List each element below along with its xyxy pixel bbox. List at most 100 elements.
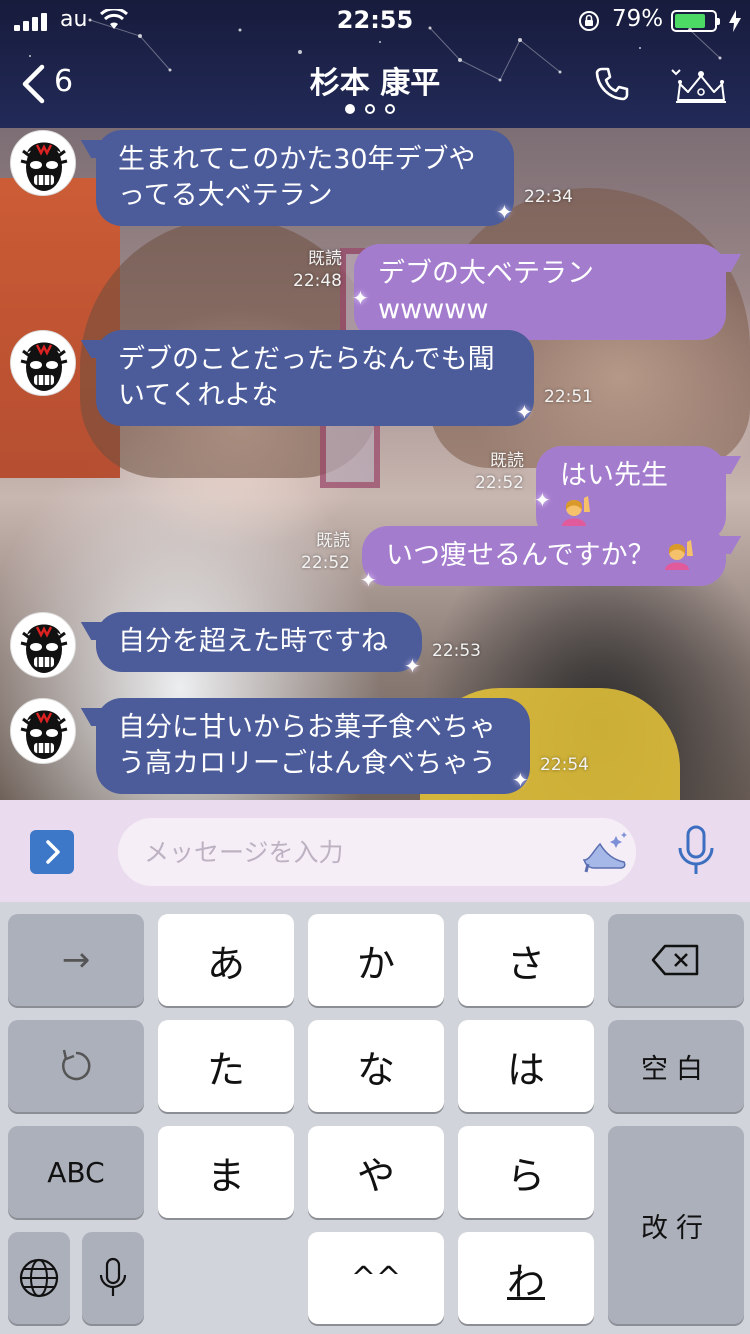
chat-header: au 22:55 79% 6 杉本 康平 [0,0,750,128]
undo-key[interactable] [8,1020,144,1112]
orientation-lock-icon [579,11,599,31]
message-meta: 既読 22:48 [293,248,342,292]
message-text: 生まれてこのかた30年デブや [118,144,476,175]
raising-hand-emoji [663,540,695,571]
charging-bolt-icon [729,10,741,32]
incoming-message-bubble[interactable]: デブのことだったらなんでも聞 いてくれよな [96,330,534,426]
outgoing-message-bubble[interactable]: デブの大ベテランwwwww [354,244,726,340]
undo-icon [62,1049,91,1081]
tiara-menu-icon[interactable] [668,66,734,106]
kana-key-か[interactable]: か [308,914,444,1006]
voice-input-mic-icon[interactable] [672,824,720,878]
key-label: ^^ [350,1260,402,1296]
sparkle-decoration-icon: ✦ [534,488,551,512]
delete-key[interactable] [608,914,744,1006]
key-label: わ [506,1259,545,1304]
message-text: デブのことだったらなんでも聞 [118,344,495,375]
wrestler-mask-avatar-icon [20,710,68,759]
phone-call-icon[interactable] [594,66,630,102]
kana-key-は[interactable]: は [458,1020,594,1112]
kana-key-わ[interactable]: わ [458,1232,594,1324]
incoming-message-bubble[interactable]: 生まれてこのかた30年デブや ってる大ベテラン [96,130,514,226]
contact-avatar[interactable] [10,698,76,764]
sparkle-decoration-icon: ✦ [352,286,369,310]
sparkle-decoration-icon: ✦ [516,400,533,424]
chat-title: 杉本 康平 [309,66,441,101]
raising-hand-emoji [560,496,592,527]
next-candidate-key[interactable]: → [8,914,144,1006]
message-meta: 22:51 [544,386,593,408]
message-input[interactable] [118,818,636,886]
wrestler-mask-avatar-icon [20,142,68,191]
message-meta: 22:34 [524,186,573,208]
emoticon-key[interactable]: ^^ [308,1232,444,1324]
battery-level-fill [675,14,706,28]
backspace-icon [651,944,699,976]
message-text: デブの大ベテランwwwww [378,258,594,325]
page-dot [385,104,395,114]
return-key[interactable]: 改行 [608,1126,744,1324]
incoming-message-bubble[interactable]: 自分を超えた時ですね [96,612,422,672]
read-receipt: 既読 [308,249,342,269]
globe-key[interactable] [8,1232,70,1324]
message-time: 22:53 [432,641,481,661]
page-dot [345,104,355,114]
message-text: 自分を超えた時ですね [118,626,388,657]
message-time: 22:52 [475,473,524,493]
contact-avatar[interactable] [10,130,76,196]
read-receipt: 既読 [490,451,524,471]
key-label: か [356,941,395,986]
message-time: 22:52 [301,553,350,573]
sparkle-decoration-icon: ✦ [512,768,529,792]
kana-key-ま[interactable]: ま [158,1126,294,1218]
sparkle-decoration-icon: ✦ [496,200,513,224]
outgoing-message-bubble[interactable]: いつ痩せるんですか？ [362,526,726,586]
kana-key-あ[interactable]: あ [158,914,294,1006]
kana-key-や[interactable]: や [308,1126,444,1218]
kana-key-た[interactable]: た [158,1020,294,1112]
read-receipt: 既読 [316,531,350,551]
key-label: ま [206,1153,245,1198]
message-time: 22:48 [293,271,342,291]
key-label: ら [506,1153,545,1198]
wrestler-mask-avatar-icon [20,342,68,391]
wrestler-mask-avatar-icon [20,624,68,673]
message-time: 22:51 [544,387,593,407]
microphone-icon [99,1257,127,1296]
battery-percent: 79% [612,6,664,32]
dictation-key[interactable] [82,1232,144,1324]
kana-key-さ[interactable]: さ [458,914,594,1006]
message-text: ってる大ベテラン [118,180,333,211]
contact-avatar[interactable] [10,612,76,678]
key-label: → [61,940,91,980]
switch-abc-key[interactable]: ABC [8,1126,144,1218]
key-label: さ [506,941,545,986]
key-label: は [506,1047,545,1092]
expand-menu-button[interactable] [30,830,74,874]
key-label: た [206,1047,245,1092]
message-input-bar [0,800,750,902]
glass-slipper-sticker-icon[interactable] [580,830,630,874]
contact-avatar[interactable] [10,330,76,396]
key-label: あ [206,941,245,986]
globe-icon [19,1258,59,1298]
message-meta: 22:54 [540,754,589,776]
message-time: 22:34 [524,187,573,207]
message-text: 自分に甘いからお菓子食べちゃ [118,712,496,743]
chat-messages-area[interactable]: 生まれてこのかた30年デブや ってる大ベテラン ✦ 22:34 デブの大ベテランwwww… [0,128,750,800]
page-dot [365,104,375,114]
kana-key-ら[interactable]: ら [458,1126,594,1218]
message-text: いつ痩せるんですか？ [386,538,702,574]
key-label: な [356,1047,395,1092]
message-meta: 既読 22:52 [301,530,350,574]
japanese-kana-keyboard: → あ か さた な は 空白 ABC ま や ら 改行 ^^ わ [0,902,750,1334]
status-bar: au 22:55 79% [0,0,750,40]
chevron-right-icon [46,840,60,864]
message-text: う高カロリーごはん食べちゃう [118,748,496,779]
incoming-message-bubble[interactable]: 自分に甘いからお菓子食べちゃ う高カロリーごはん食べちゃう [96,698,530,794]
kana-key-な[interactable]: な [308,1020,444,1112]
battery-icon [671,10,720,32]
key-label: ABC [47,1155,105,1189]
page-indicator [345,104,405,118]
space-key[interactable]: 空白 [608,1020,744,1112]
